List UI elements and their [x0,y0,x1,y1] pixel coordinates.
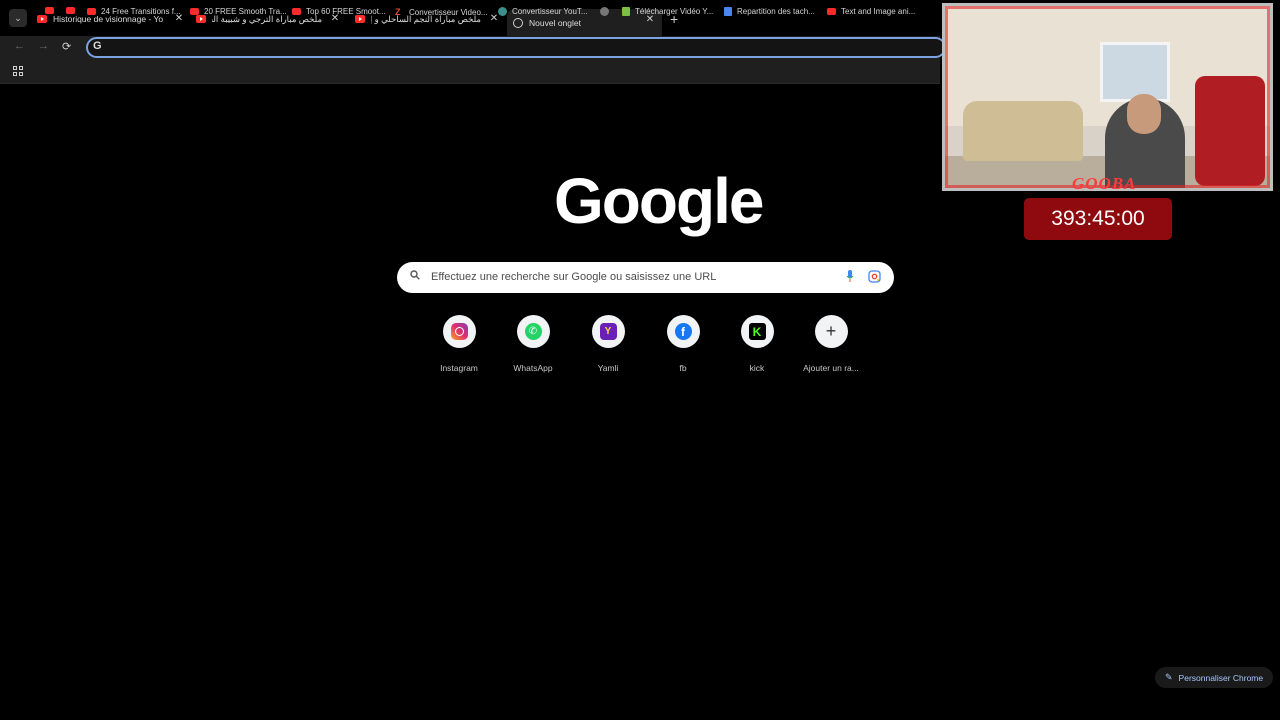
google-lens-icon[interactable] [868,270,881,283]
bookmark-label: Convertisseur YouT... [512,7,588,16]
youtube-icon [66,7,75,14]
bookmark-label: Text and Image ani... [841,7,916,16]
shortcut-tile: Y [591,315,625,348]
shortcut-label: kick [749,363,765,373]
shortcut-tile: + [814,315,848,348]
shortcut-instagram[interactable]: Instagram [424,315,494,373]
bookmark-item[interactable]: Top 60 FREE Smoot... [292,7,386,16]
youtube-icon [37,15,47,23]
search-box[interactable] [397,262,894,293]
pencil-icon: ✎ [1165,672,1173,682]
shortcut-add[interactable]: + Ajouter un ra... [796,315,866,373]
bookmark-label: Repartition des tach... [737,7,815,16]
youtube-icon [355,15,365,23]
bookmark-item[interactable]: Convertisseur YouT... [498,7,588,16]
shortcut-kick[interactable]: K kick [722,315,792,373]
back-button[interactable]: ← [14,40,25,52]
bookmark-label: 20 FREE Smooth Tra... [204,7,287,16]
search-icon [410,270,420,280]
microphone-icon[interactable] [846,270,854,283]
streamer-name-label: GOOBA [1072,174,1137,193]
converter-icon [498,7,507,16]
bookmark-item[interactable] [45,7,59,14]
youtube-icon [190,8,199,15]
youtube-icon [87,8,96,15]
bookmark-label: 24 Free Transitions f... [101,7,181,16]
shortcut-label: fb [679,363,687,373]
bookmark-label: Télécharger Vidéo Y... [635,7,714,16]
google-logo: Google [554,165,764,237]
bookmarks-bar [0,60,940,84]
stream-timer: 393:45:00 [1024,198,1172,240]
shortcut-whatsapp[interactable]: ✆ WhatsApp [498,315,568,373]
chevron-down-icon: ⌄ [14,12,22,23]
shortcut-tile: K [740,315,774,348]
arrow-left-icon: ← [14,40,25,52]
bookmark-item[interactable] [66,7,80,14]
apps-grid-icon[interactable] [13,66,23,76]
kick-icon: K [748,323,766,340]
shortcut-yamli[interactable]: Y Yamli [573,315,643,373]
arrow-right-icon: → [38,40,49,52]
bookmark-item[interactable]: 24 Free Transitions f... [87,7,181,16]
bookmark-item[interactable]: Z Convertisseur Video... [395,7,488,17]
bookmark-item[interactable] [600,7,614,16]
facebook-icon: f [674,323,692,340]
customize-label: Personnaliser Chrome [1178,672,1264,683]
customize-chrome-button[interactable]: ✎ Personnaliser Chrome [1155,667,1273,688]
tab-search-button[interactable]: ⌄ [9,9,27,27]
bookmark-item[interactable]: Télécharger Vidéo Y... [622,7,713,16]
bookmark-item[interactable]: 20 FREE Smooth Tra... [190,7,287,16]
forward-button[interactable]: → [38,40,49,52]
document-icon [724,7,732,16]
plus-icon: + [825,321,837,341]
shortcut-fb[interactable]: f fb [648,315,718,373]
youtube-icon [827,8,836,15]
webcam-overlay [942,3,1273,191]
shortcut-tile [442,315,476,348]
instagram-icon [450,323,468,340]
reload-icon: ⟳ [62,41,72,53]
reload-button[interactable]: ⟳ [62,40,71,53]
search-input[interactable] [431,268,831,286]
youtube-icon [196,15,206,23]
google-icon: G [93,40,102,52]
tab-title: Nouvel onglet [529,17,581,28]
bookmark-item[interactable]: Text and Image ani... [827,7,915,16]
z-icon: Z [395,7,401,17]
address-bar[interactable]: G [86,37,946,58]
bookmark-label: Convertisseur Video... [409,7,488,17]
yamli-icon: Y [599,323,617,340]
shortcut-tile: f [666,315,700,348]
download-icon [622,7,630,16]
shortcut-label: Yamli [597,363,619,373]
bookmark-label: Top 60 FREE Smoot... [306,7,386,16]
shortcut-tile: ✆ [516,315,550,348]
bookmark-item[interactable]: Repartition des tach... [724,7,815,16]
globe-icon [513,17,523,28]
globe-icon [600,7,609,16]
youtube-icon [292,8,301,15]
youtube-icon [45,7,54,14]
whatsapp-icon: ✆ [524,323,542,340]
shortcut-label: WhatsApp [513,363,553,373]
shortcut-label: Instagram [440,363,478,373]
shortcut-label: Ajouter un ra... [803,363,859,373]
